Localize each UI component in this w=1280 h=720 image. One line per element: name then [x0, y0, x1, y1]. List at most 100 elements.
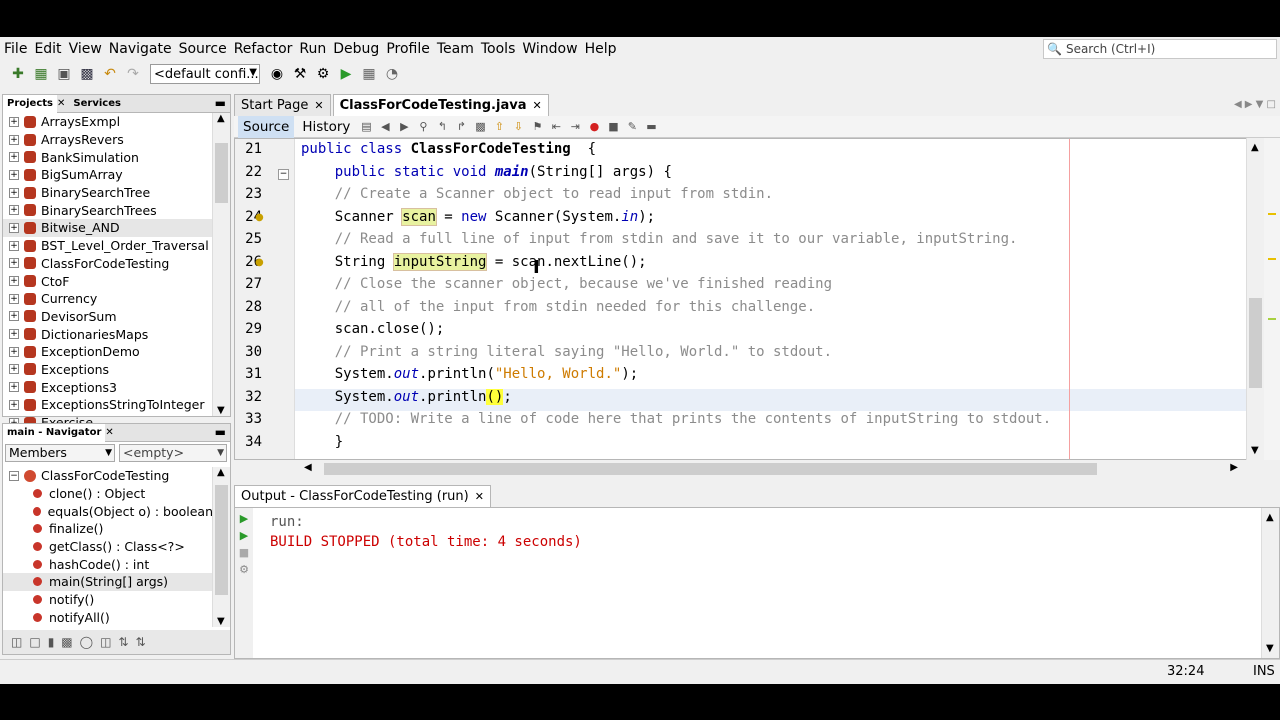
scroll-thumb[interactable]	[324, 463, 1097, 475]
toggle-bookmark-icon[interactable]: ⚑	[529, 119, 545, 135]
hint-bulb-icon[interactable]: ●	[255, 257, 264, 268]
project-item[interactable]: + BST_Level_Order_Traversal	[3, 237, 213, 255]
config-select[interactable]: <default confi... ▼	[150, 64, 260, 84]
scroll-up-icon[interactable]: ▲	[217, 467, 225, 478]
expand-icon[interactable]: +	[9, 222, 19, 233]
sort-icon[interactable]: ⇅	[135, 635, 145, 649]
projects-scrollbar[interactable]: ▲ ▼	[212, 113, 230, 416]
menu-help[interactable]: Help	[581, 41, 620, 57]
minimize-icon[interactable]: ▬	[215, 96, 226, 110]
tab-history[interactable]: History	[297, 116, 355, 138]
tab-source[interactable]: Source	[238, 115, 295, 138]
find-next-icon[interactable]: ↱	[453, 119, 469, 135]
code-line[interactable]: // TODO: Write a line of code here that …	[301, 411, 1051, 427]
save-all-icon[interactable]: ▩	[77, 64, 97, 84]
scroll-right-icon[interactable]: ▶	[1230, 462, 1238, 473]
code-line[interactable]: // Print a string literal saying "Hello,…	[301, 344, 832, 360]
expand-icon[interactable]: +	[9, 293, 19, 304]
build-icon[interactable]: ⚙	[313, 64, 333, 84]
menu-file[interactable]: File	[0, 41, 30, 57]
redo-icon[interactable]: ↷	[123, 64, 143, 84]
expand-icon[interactable]: +	[9, 346, 19, 357]
find-prev-icon[interactable]: ↰	[434, 119, 450, 135]
sort-icon[interactable]: ⇅	[118, 635, 128, 649]
new-file-icon[interactable]: ✚	[8, 64, 28, 84]
code-line[interactable]: public static void main(String[] args) {	[301, 164, 672, 180]
menu-debug[interactable]: Debug	[329, 41, 382, 57]
undo-icon[interactable]: ↶	[100, 64, 120, 84]
scroll-thumb[interactable]	[215, 143, 228, 203]
menu-view[interactable]: View	[65, 41, 105, 57]
project-item[interactable]: + DevisorSum	[3, 308, 213, 326]
scroll-up-icon[interactable]: ▲	[1251, 142, 1259, 153]
open-project-icon[interactable]: ▣	[54, 64, 74, 84]
filter-icon[interactable]: ▩	[61, 635, 72, 649]
project-item[interactable]: + ArraysExmpl	[3, 113, 213, 131]
scroll-down-icon[interactable]: ▼	[1251, 445, 1259, 456]
expand-icon[interactable]: +	[9, 311, 19, 322]
project-item[interactable]: + BinarySearchTrees	[3, 201, 213, 219]
navigator-class-node[interactable]: − ClassForCodeTesting	[3, 467, 213, 485]
code-line[interactable]: System.out.println();	[301, 388, 512, 405]
close-icon[interactable]: ✕	[57, 98, 65, 109]
expand-icon[interactable]: +	[9, 152, 19, 163]
navigator-member[interactable]: equals(Object o) : boolean	[3, 502, 213, 520]
target-icon[interactable]: ◉	[267, 64, 287, 84]
filter-icon[interactable]: ◫	[11, 635, 22, 649]
clean-build-icon[interactable]: ⚒	[290, 64, 310, 84]
navigator-member[interactable]: notify()	[3, 591, 213, 609]
code-line[interactable]: scan.close();	[301, 321, 445, 337]
code-line[interactable]: String inputString = scan.nextLine();	[301, 252, 647, 271]
minimize-icon[interactable]: ▬	[215, 425, 226, 439]
forward-icon[interactable]: ▶	[396, 119, 412, 135]
project-item[interactable]: + Bitwise_AND	[3, 219, 213, 237]
expand-icon[interactable]: +	[9, 258, 19, 269]
stop-icon[interactable]: ■	[235, 546, 253, 559]
stop-macro-icon[interactable]: ■	[605, 119, 621, 135]
filter-icon[interactable]: □	[29, 635, 40, 649]
menu-tools[interactable]: Tools	[477, 41, 519, 57]
shift-left-icon[interactable]: ⇤	[548, 119, 564, 135]
comment-icon[interactable]: ✎	[624, 119, 640, 135]
next-bookmark-icon[interactable]: ⇩	[510, 119, 526, 135]
expand-icon[interactable]: +	[9, 169, 19, 180]
filter-icon[interactable]: ◫	[100, 635, 111, 649]
expand-icon[interactable]: +	[9, 399, 19, 410]
close-icon[interactable]: ✕	[475, 490, 484, 503]
members-select[interactable]: Members ▼	[5, 444, 115, 462]
code-line[interactable]: // Create a Scanner object to read input…	[301, 186, 773, 202]
expand-icon[interactable]: +	[9, 276, 19, 287]
collapse-icon[interactable]: −	[9, 470, 19, 481]
scroll-down-icon[interactable]: ▼	[217, 616, 225, 627]
tab-output[interactable]: Output - ClassForCodeTesting (run) ✕	[234, 485, 491, 507]
back-icon[interactable]: ◀	[377, 119, 393, 135]
code-line[interactable]: // all of the input from stdin needed fo…	[301, 299, 815, 315]
uncomment-icon[interactable]: ▬	[643, 119, 659, 135]
close-icon[interactable]: ✕	[532, 99, 541, 112]
navigator-member[interactable]: main(String[] args)	[3, 573, 213, 591]
toggle-highlight-icon[interactable]: ▩	[472, 119, 488, 135]
menu-run[interactable]: Run	[295, 41, 329, 57]
navigator-scrollbar[interactable]: ▲ ▼	[212, 467, 230, 627]
project-item[interactable]: + DictionariesMaps	[3, 325, 213, 343]
project-item[interactable]: + BankSimulation	[3, 148, 213, 166]
new-project-icon[interactable]: ▦	[31, 64, 51, 84]
last-edit-icon[interactable]: ▤	[358, 119, 374, 135]
project-item[interactable]: + Currency	[3, 290, 213, 308]
menu-edit[interactable]: Edit	[30, 41, 64, 57]
code-line[interactable]: // Close the scanner object, because we'…	[301, 276, 832, 292]
navigator-member[interactable]: getClass() : Class<?>	[3, 538, 213, 556]
output-scrollbar[interactable]: ▲ ▼	[1261, 508, 1279, 658]
project-item[interactable]: + BigSumArray	[3, 166, 213, 184]
menu-refactor[interactable]: Refactor	[230, 41, 296, 57]
project-item[interactable]: + BinarySearchTree	[3, 184, 213, 202]
run-icon[interactable]: ▶	[336, 64, 356, 84]
scroll-down-icon[interactable]: ▼	[217, 405, 225, 416]
menu-profile[interactable]: Profile	[382, 41, 433, 57]
project-item[interactable]: + ExceptionsStringToInteger	[3, 396, 213, 414]
search-input[interactable]: 🔍 Search (Ctrl+I)	[1043, 39, 1277, 59]
navigator-member[interactable]: hashCode() : int	[3, 555, 213, 573]
code-line[interactable]: // Read a full line of input from stdin …	[301, 231, 1018, 247]
expand-icon[interactable]: +	[9, 382, 19, 393]
project-item[interactable]: + Exceptions	[3, 361, 213, 379]
